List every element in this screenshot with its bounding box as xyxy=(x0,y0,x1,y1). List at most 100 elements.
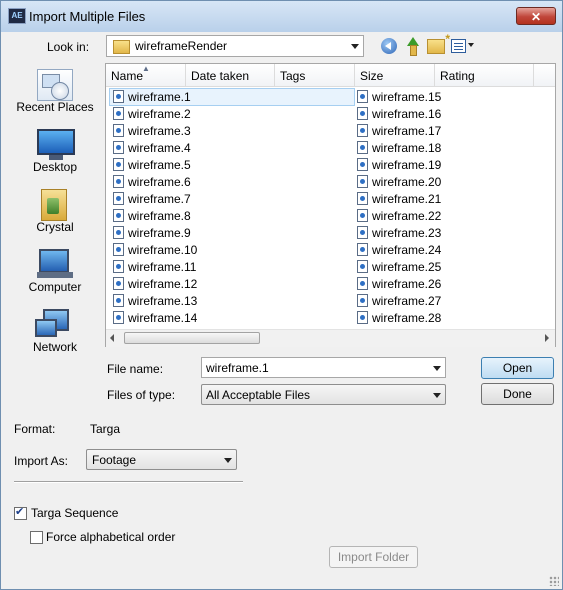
image-file-icon xyxy=(357,243,368,256)
file-name: wireframe.8 xyxy=(128,209,191,223)
force-alphabetical-checkbox[interactable] xyxy=(30,531,43,544)
horizontal-scrollbar[interactable] xyxy=(106,329,555,347)
file-item[interactable]: wireframe.12 xyxy=(110,276,354,292)
file-name: wireframe.22 xyxy=(372,209,442,223)
recent-places-icon xyxy=(37,69,73,101)
file-item[interactable]: wireframe.8 xyxy=(110,208,354,224)
file-name-input[interactable]: wireframe.1 xyxy=(201,357,446,378)
image-file-icon xyxy=(357,175,368,188)
file-name: wireframe.26 xyxy=(372,277,442,291)
place-computer[interactable]: Computer xyxy=(9,243,101,301)
computer-icon xyxy=(37,249,73,278)
title-bar[interactable]: AE Import Multiple Files ✕ xyxy=(1,1,562,32)
chevron-down-icon[interactable] xyxy=(433,366,441,371)
import-as-dropdown[interactable]: Footage xyxy=(86,449,237,470)
place-crystal[interactable]: Crystal xyxy=(9,183,101,241)
up-folder-icon[interactable] xyxy=(404,37,420,56)
file-item[interactable]: wireframe.3 xyxy=(110,123,354,139)
column-header-date-taken[interactable]: Date taken xyxy=(186,64,275,87)
file-name: wireframe.28 xyxy=(372,311,442,325)
after-effects-app-icon: AE xyxy=(8,8,26,24)
file-item[interactable]: wireframe.23 xyxy=(354,225,563,241)
place-recent-places[interactable]: Recent Places xyxy=(9,63,101,121)
back-arrow-icon[interactable] xyxy=(381,38,397,54)
image-file-icon xyxy=(113,124,124,137)
file-name: wireframe.14 xyxy=(128,311,198,325)
file-name: wireframe.7 xyxy=(128,192,191,206)
file-item[interactable]: wireframe.25 xyxy=(354,259,563,275)
file-item[interactable]: wireframe.28 xyxy=(354,310,563,326)
image-file-icon xyxy=(357,277,368,290)
file-list[interactable]: Name ▲ Date taken Tags Size Rating wiref… xyxy=(105,63,556,347)
column-header-name[interactable]: Name ▲ xyxy=(106,64,186,87)
resize-grip-icon[interactable] xyxy=(549,576,559,586)
open-button[interactable]: Open xyxy=(481,357,554,379)
chevron-down-icon xyxy=(351,44,359,49)
scrollbar-thumb[interactable] xyxy=(124,332,260,344)
file-item[interactable]: wireframe.22 xyxy=(354,208,563,224)
file-name: wireframe.19 xyxy=(372,158,442,172)
file-item[interactable]: wireframe.24 xyxy=(354,242,563,258)
file-name: wireframe.9 xyxy=(128,226,191,240)
file-name: wireframe.6 xyxy=(128,175,191,189)
close-button[interactable]: ✕ xyxy=(516,7,556,25)
file-item[interactable]: wireframe.15 xyxy=(354,89,563,105)
file-item[interactable]: wireframe.11 xyxy=(110,259,354,275)
column-header-size[interactable]: Size xyxy=(355,64,435,87)
place-desktop[interactable]: Desktop xyxy=(9,123,101,181)
targa-sequence-checkbox[interactable] xyxy=(14,505,27,520)
network-icon xyxy=(35,309,69,337)
user-folder-icon xyxy=(41,189,67,221)
file-name: wireframe.5 xyxy=(128,158,191,172)
place-label: Desktop xyxy=(32,160,78,174)
file-item[interactable]: wireframe.20 xyxy=(354,174,563,190)
place-label: Crystal xyxy=(36,220,74,234)
chevron-down-icon xyxy=(433,393,441,398)
new-folder-icon[interactable] xyxy=(427,32,450,54)
image-file-icon xyxy=(113,277,124,290)
files-of-type-dropdown[interactable]: All Acceptable Files xyxy=(201,384,446,405)
import-folder-button[interactable]: Import Folder xyxy=(329,546,418,568)
done-button[interactable]: Done xyxy=(481,383,554,405)
image-file-icon xyxy=(113,175,124,188)
place-network[interactable]: Network xyxy=(9,303,101,361)
image-file-icon xyxy=(357,107,368,120)
file-name: wireframe.11 xyxy=(128,260,197,274)
file-item[interactable]: wireframe.17 xyxy=(354,123,563,139)
column-header-tags[interactable]: Tags xyxy=(275,64,355,87)
file-item[interactable]: wireframe.26 xyxy=(354,276,563,292)
file-item[interactable]: wireframe.7 xyxy=(110,191,354,207)
format-value: Targa xyxy=(90,422,121,436)
file-item[interactable]: wireframe.18 xyxy=(354,140,563,156)
image-file-icon xyxy=(357,158,368,171)
file-item[interactable]: wireframe.14 xyxy=(110,310,354,326)
image-file-icon xyxy=(113,90,124,103)
file-item[interactable]: wireframe.6 xyxy=(110,174,354,190)
file-item[interactable]: wireframe.5 xyxy=(110,157,354,173)
file-item[interactable]: wireframe.16 xyxy=(354,106,563,122)
force-alphabetical-label[interactable]: Force alphabetical order xyxy=(46,530,175,544)
image-file-icon xyxy=(357,141,368,154)
targa-sequence-label[interactable]: Targa Sequence xyxy=(31,506,118,520)
place-label: Recent Places xyxy=(16,100,94,114)
file-item[interactable]: wireframe.27 xyxy=(354,293,563,309)
file-item[interactable]: wireframe.13 xyxy=(110,293,354,309)
file-item[interactable]: wireframe.2 xyxy=(110,106,354,122)
look-in-dropdown[interactable]: wireframeRender xyxy=(106,35,364,57)
file-item[interactable]: wireframe.19 xyxy=(354,157,563,173)
image-file-icon xyxy=(357,294,368,307)
file-item[interactable]: wireframe.21 xyxy=(354,191,563,207)
file-name-value: wireframe.1 xyxy=(206,361,269,375)
image-file-icon xyxy=(113,192,124,205)
scroll-right-icon[interactable] xyxy=(545,334,549,342)
file-item[interactable]: wireframe.9 xyxy=(110,225,354,241)
file-item[interactable]: wireframe.1 xyxy=(109,88,355,106)
scroll-left-icon[interactable] xyxy=(110,334,114,342)
column-header-rating[interactable]: Rating xyxy=(435,64,534,87)
file-item[interactable]: wireframe.4 xyxy=(110,140,354,156)
file-item[interactable]: wireframe.10 xyxy=(110,242,354,258)
view-menu-icon[interactable] xyxy=(451,39,475,53)
file-name: wireframe.18 xyxy=(372,141,442,155)
file-name: wireframe.20 xyxy=(372,175,442,189)
files-of-type-label: Files of type: xyxy=(107,388,176,402)
